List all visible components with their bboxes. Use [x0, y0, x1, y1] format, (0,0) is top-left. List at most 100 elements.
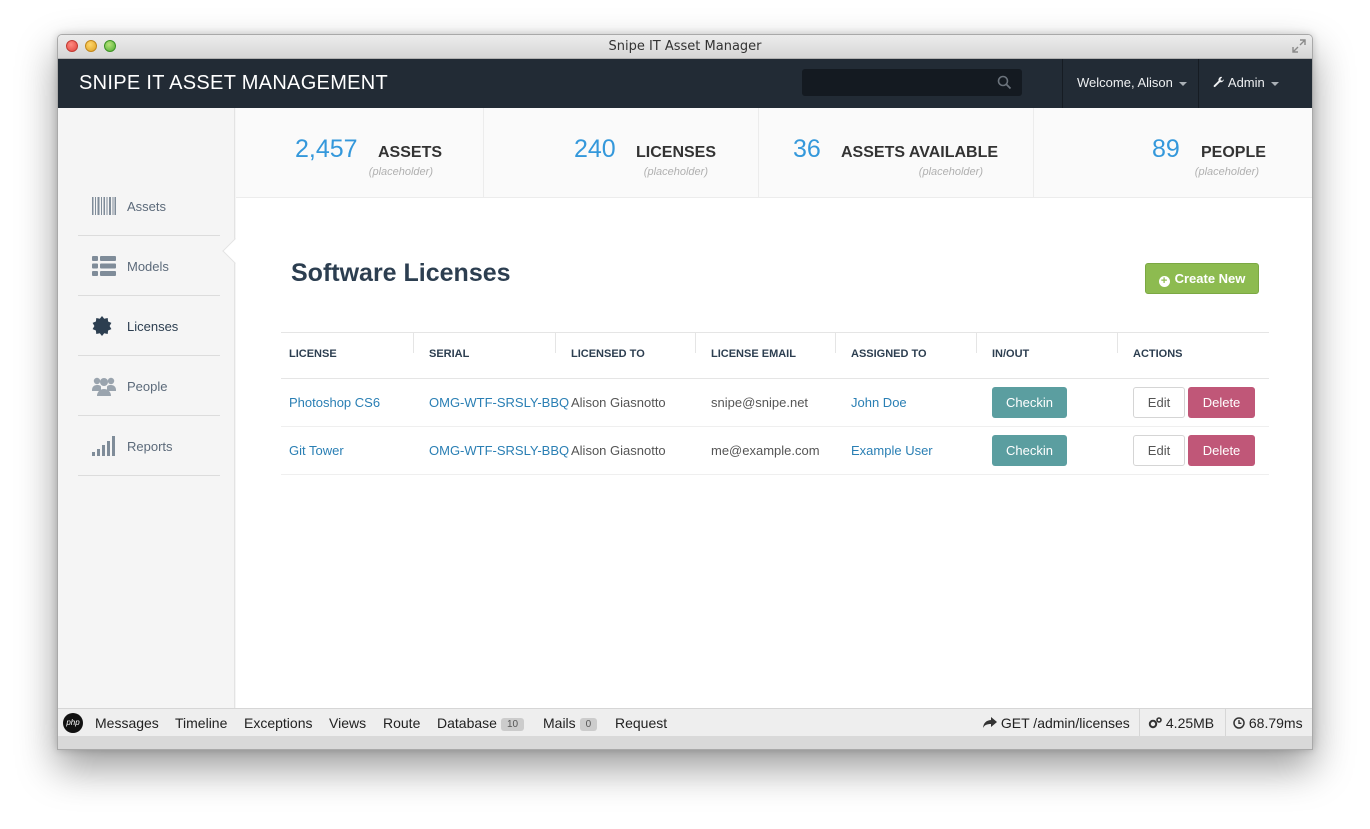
cogs-icon	[1148, 715, 1162, 731]
debug-tab-mails[interactable]: Mails 0	[543, 715, 598, 731]
admin-label: Admin	[1227, 75, 1265, 90]
serial-link[interactable]: OMG-WTF-SRSLY-BBQ	[429, 443, 569, 458]
sidebar-item-label: Assets	[127, 199, 167, 214]
sidebar-item-label: Licenses	[127, 319, 179, 334]
checkin-button[interactable]: Checkin	[992, 435, 1067, 466]
debug-memory[interactable]: 4.25MB	[1148, 715, 1214, 731]
column-divider	[1117, 333, 1118, 353]
table-row: Git Tower OMG-WTF-SRSLY-BBQ Alison Giasn…	[281, 427, 1269, 475]
main-content: 2,457 ASSETS (placeholder) 240 LICENSES …	[236, 108, 1312, 708]
list-icon	[92, 256, 116, 276]
sidebar-item-people[interactable]: People	[78, 356, 220, 416]
share-icon	[983, 715, 997, 731]
count-badge: 0	[579, 718, 598, 731]
serial-link[interactable]: OMG-WTF-SRSLY-BBQ	[429, 395, 569, 410]
debug-divider	[1139, 709, 1140, 737]
clock-icon	[1233, 715, 1245, 731]
route-label: GET /admin/licenses	[1000, 715, 1130, 731]
sidebar-item-models[interactable]: Models	[78, 236, 220, 296]
stat-label: LICENSES	[636, 144, 717, 161]
assigned-to-link[interactable]: Example User	[851, 443, 933, 458]
column-header-actions: ACTIONS	[1133, 348, 1183, 360]
debug-tab-messages[interactable]: Messages	[95, 715, 159, 731]
debug-route[interactable]: GET /admin/licenses	[983, 715, 1130, 731]
stat-subtext: (placeholder)	[1194, 166, 1259, 178]
debug-tab-exceptions[interactable]: Exceptions	[244, 715, 312, 731]
column-header-serial[interactable]: SERIAL	[429, 348, 469, 360]
license-link[interactable]: Git Tower	[289, 443, 344, 458]
sidebar-item-assets[interactable]: Assets	[78, 176, 220, 236]
column-header-license[interactable]: LICENSE	[289, 348, 337, 360]
welcome-label: Welcome, Alison	[1077, 75, 1173, 90]
plus-circle-icon: +	[1158, 276, 1170, 287]
wrench-icon	[1213, 75, 1228, 90]
delete-button[interactable]: Delete	[1188, 387, 1255, 418]
title-bar: Snipe IT Asset Manager	[58, 35, 1312, 59]
create-new-button[interactable]: + Create New	[1145, 263, 1259, 294]
search-icon[interactable]	[997, 75, 1012, 90]
table-row: Photoshop CS6 OMG-WTF-SRSLY-BBQ Alison G…	[281, 379, 1269, 427]
sidebar: Assets Models Licenses People Reports	[58, 108, 235, 708]
checkin-button[interactable]: Checkin	[992, 387, 1067, 418]
debug-tab-views[interactable]: Views	[329, 715, 366, 731]
fullscreen-icon[interactable]	[1292, 39, 1306, 53]
brand-title[interactable]: SNIPE IT ASSET MANAGEMENT	[79, 72, 388, 95]
licensed-to-cell: Alison Giasnotto	[571, 443, 666, 458]
debug-tab-timeline[interactable]: Timeline	[175, 715, 227, 731]
sidebar-item-label: People	[127, 379, 168, 394]
barcode-icon	[92, 196, 116, 216]
stat-subtext: (placeholder)	[918, 166, 983, 178]
top-navbar: SNIPE IT ASSET MANAGEMENT Welcome, Aliso…	[58, 59, 1312, 108]
sidebar-item-label: Models	[127, 259, 169, 274]
column-divider	[555, 333, 556, 353]
stat-assets-available[interactable]: 36 ASSETS AVAILABLE (placeholder)	[759, 108, 1034, 198]
table-header: LICENSE SERIAL LICENSED TO LICENSE EMAIL…	[281, 332, 1269, 379]
count-badge: 10	[500, 718, 525, 731]
stat-label: ASSETS	[378, 144, 443, 161]
assigned-to-link[interactable]: John Doe	[851, 395, 907, 410]
signal-icon	[92, 436, 116, 456]
create-new-label: Create New	[1174, 271, 1246, 286]
edit-button[interactable]: Edit	[1133, 387, 1185, 418]
column-divider	[976, 333, 977, 353]
license-email-cell: snipe@snipe.net	[711, 395, 809, 410]
sidebar-item-licenses[interactable]: Licenses	[78, 296, 220, 356]
stat-number: 36	[793, 135, 821, 163]
window-title: Snipe IT Asset Manager	[608, 39, 762, 54]
nav-divider	[1062, 59, 1063, 108]
stat-subtext: (placeholder)	[368, 166, 433, 178]
edit-button[interactable]: Edit	[1133, 435, 1185, 466]
window-bottom-edge	[58, 736, 1312, 749]
debug-tab-label: Mails	[543, 715, 576, 731]
welcome-menu[interactable]: Welcome, Alison	[1077, 75, 1187, 90]
stat-licenses[interactable]: 240 LICENSES (placeholder)	[484, 108, 759, 198]
license-link[interactable]: Photoshop CS6	[289, 395, 380, 410]
stat-number: 89	[1152, 135, 1180, 163]
sidebar-item-label: Reports	[127, 439, 173, 454]
column-divider	[695, 333, 696, 353]
certificate-icon	[92, 316, 116, 336]
chevron-down-icon	[1270, 81, 1279, 86]
chevron-down-icon	[1178, 81, 1187, 86]
debug-tab-database[interactable]: Database 10	[437, 715, 525, 731]
column-header-license-email[interactable]: LICENSE EMAIL	[711, 348, 796, 360]
php-logo[interactable]: php	[63, 713, 83, 733]
stat-people[interactable]: 89 PEOPLE (placeholder)	[1034, 108, 1312, 198]
stat-assets[interactable]: 2,457 ASSETS (placeholder)	[236, 108, 484, 198]
delete-button[interactable]: Delete	[1188, 435, 1255, 466]
column-header-inout[interactable]: IN/OUT	[992, 348, 1029, 360]
debug-tab-route[interactable]: Route	[383, 715, 420, 731]
admin-menu[interactable]: Admin	[1213, 75, 1279, 90]
sidebar-item-reports[interactable]: Reports	[78, 416, 220, 476]
column-header-licensed-to[interactable]: LICENSED TO	[571, 348, 645, 360]
debug-time[interactable]: 68.79ms	[1233, 715, 1303, 731]
page-title: Software Licenses	[291, 259, 511, 287]
stat-number: 240	[574, 135, 616, 163]
search-input[interactable]	[802, 69, 1022, 96]
license-email-cell: me@example.com	[711, 443, 820, 458]
column-header-assigned-to[interactable]: ASSIGNED TO	[851, 348, 927, 360]
stats-bar: 2,457 ASSETS (placeholder) 240 LICENSES …	[236, 108, 1312, 198]
stat-label: ASSETS AVAILABLE	[841, 144, 999, 161]
debug-tab-request[interactable]: Request	[615, 715, 667, 731]
stat-label: PEOPLE	[1201, 144, 1266, 161]
